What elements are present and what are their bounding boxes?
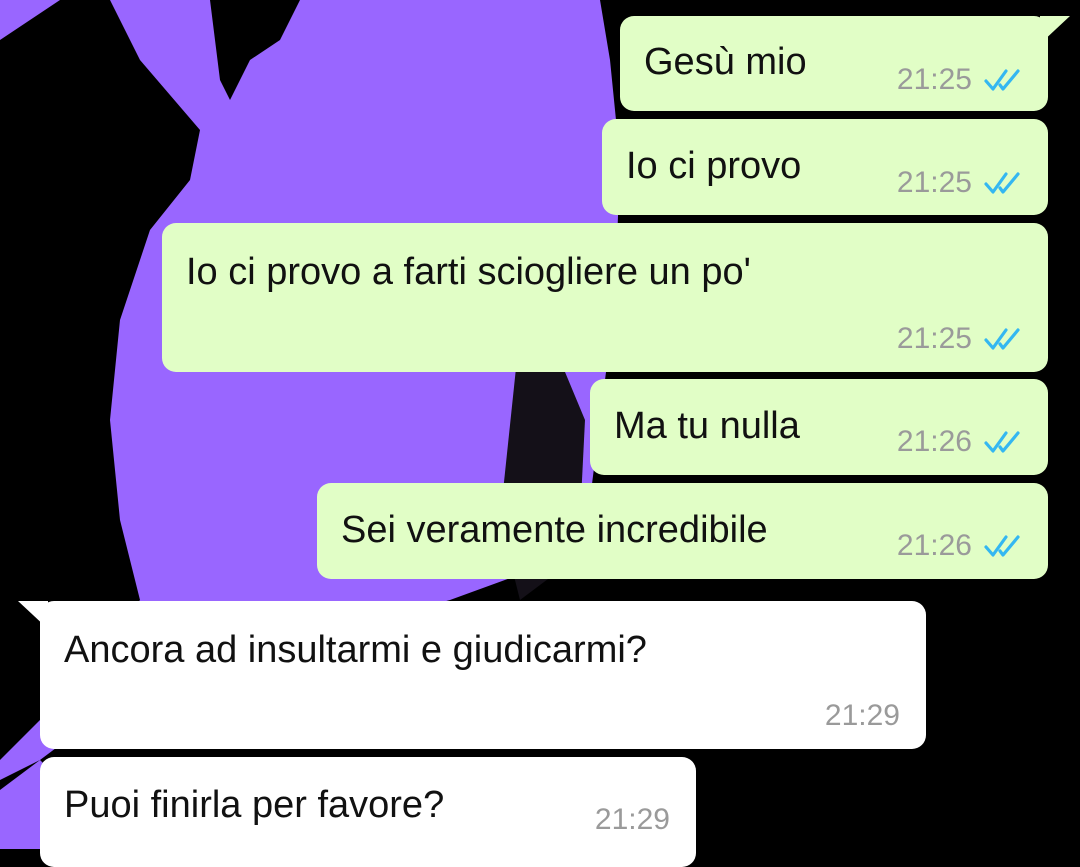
message-text: Puoi finirla per favore? [64, 784, 445, 826]
double-check-read-icon [984, 67, 1024, 93]
message-meta: 21:25 [897, 65, 1024, 95]
message-meta: 21:25 [897, 168, 1024, 198]
outgoing-message[interactable]: Sei veramente incredibile 21:26 [317, 483, 1048, 579]
incoming-message[interactable]: Ancora ad insultarmi e giudicarmi? 21:29 [40, 601, 926, 749]
message-time: 21:29 [824, 699, 900, 732]
double-check-read-icon [984, 429, 1024, 455]
message-text: Ma tu nulla [614, 405, 800, 447]
double-check-read-icon [984, 170, 1024, 196]
message-time: 21:25 [896, 63, 972, 96]
message-meta: 21:26 [897, 427, 1024, 457]
message-text: Io ci provo [626, 145, 802, 187]
message-meta: 21:29 [825, 701, 900, 731]
message-text: Io ci provo a farti sciogliere un po' [186, 251, 751, 293]
outgoing-message[interactable]: Gesù mio 21:25 [620, 16, 1048, 111]
outgoing-message[interactable]: Io ci provo a farti sciogliere un po' 21… [162, 223, 1048, 372]
incoming-message[interactable]: Puoi finirla per favore? 21:29 [40, 757, 696, 867]
message-text: Sei veramente incredibile [341, 509, 768, 551]
message-time: 21:25 [896, 166, 972, 199]
message-time: 21:29 [594, 803, 670, 836]
message-meta: 21:29 [595, 805, 670, 835]
double-check-read-icon [984, 533, 1024, 559]
outgoing-message[interactable]: Ma tu nulla 21:26 [590, 379, 1048, 475]
message-time: 21:26 [896, 425, 972, 458]
message-time: 21:25 [896, 322, 972, 355]
message-text: Ancora ad insultarmi e giudicarmi? [64, 629, 647, 671]
message-time: 21:26 [896, 529, 972, 562]
message-text: Gesù mio [644, 41, 807, 83]
message-meta: 21:26 [897, 531, 1024, 561]
outgoing-message[interactable]: Io ci provo 21:25 [602, 119, 1048, 215]
message-meta: 21:25 [897, 324, 1024, 354]
double-check-read-icon [984, 326, 1024, 352]
